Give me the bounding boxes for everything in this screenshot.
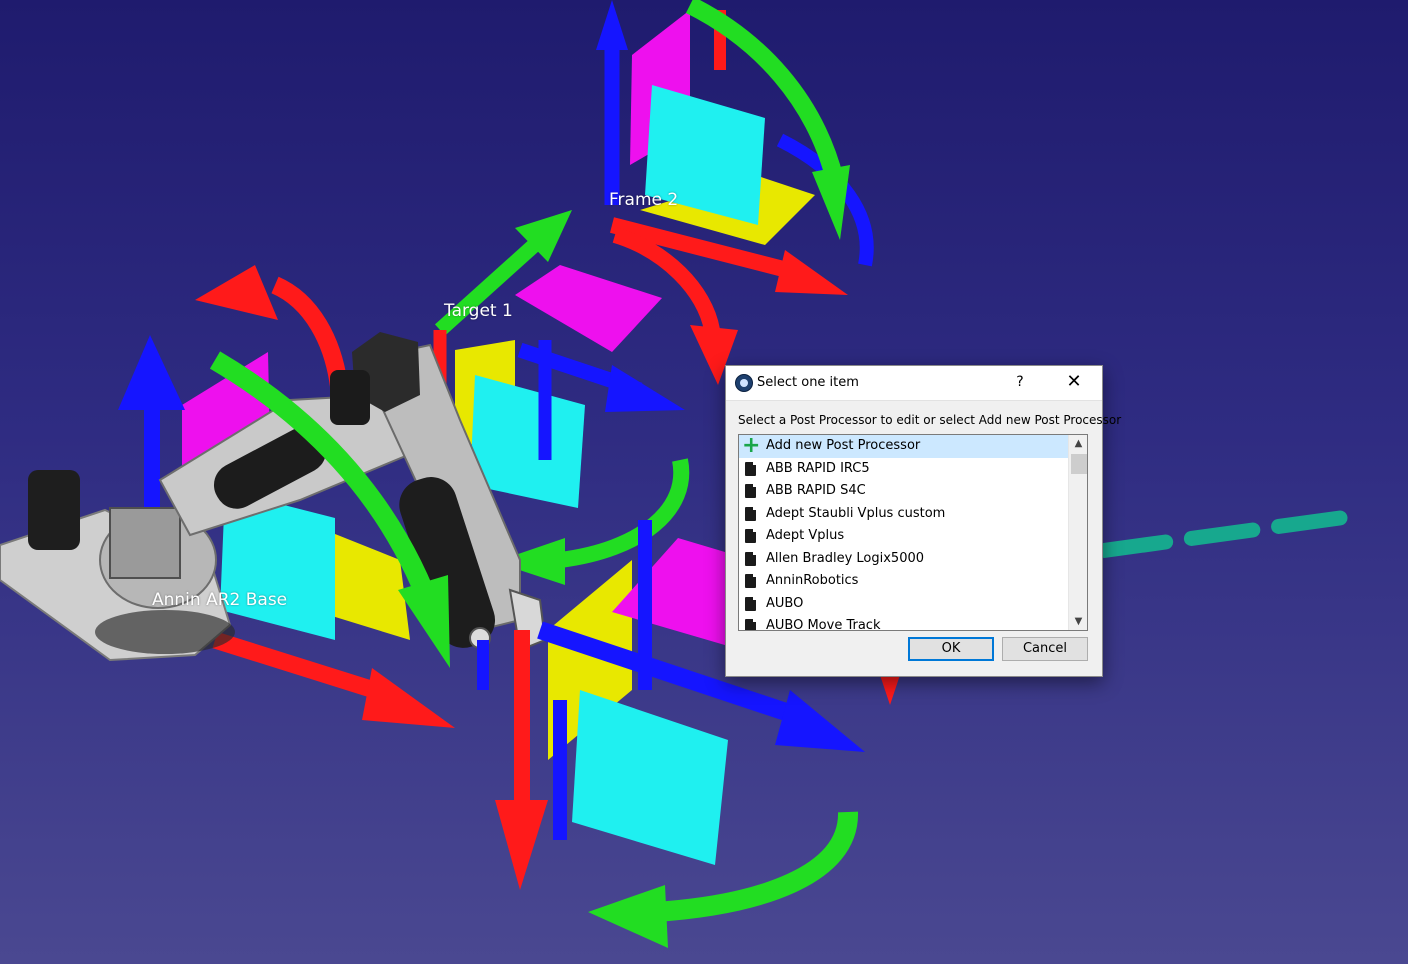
- document-icon: [745, 551, 756, 566]
- list-item[interactable]: ABB RAPID IRC5: [739, 458, 1068, 481]
- red-arrowhead: [495, 800, 548, 890]
- list-item[interactable]: Adept Staubli Vplus custom: [739, 503, 1068, 526]
- motor-block: [109, 507, 181, 579]
- list-item-label: ABB RAPID S4C: [766, 483, 866, 498]
- green-arrowhead: [588, 885, 668, 948]
- list-item-label: Add new Post Processor: [766, 438, 921, 453]
- list-item-label: ABB RAPID IRC5: [766, 460, 870, 476]
- list-item[interactable]: AUBO Move Track: [739, 615, 1068, 630]
- red-arrowhead-small: [880, 675, 900, 705]
- list-item[interactable]: Allen Bradley Logix5000: [739, 548, 1068, 571]
- list-item-label: Adept Staubli Vplus custom: [766, 505, 946, 521]
- list-item[interactable]: Adept Vplus: [739, 525, 1068, 548]
- dialog-title: Select one item: [757, 375, 859, 390]
- base-plate-shadow: [95, 610, 235, 654]
- list-item-label: Allen Bradley Logix5000: [766, 550, 925, 566]
- red-arrowhead: [195, 265, 278, 320]
- scroll-up-icon[interactable]: ▲: [1069, 435, 1087, 452]
- blue-arrowhead: [775, 690, 865, 752]
- select-item-dialog[interactable]: Select one item ? ✕ Select a Post Proces…: [725, 365, 1121, 677]
- green-arrowhead: [812, 165, 850, 240]
- list-items[interactable]: + Add new Post Processor ABB RAPID IRC5 …: [739, 435, 1068, 630]
- list-item-label: AUBO: [766, 595, 804, 611]
- document-icon: [745, 619, 756, 630]
- scroll-down-icon[interactable]: ▼: [1069, 613, 1087, 630]
- x-axis-arrow: [212, 631, 393, 704]
- document-icon: [745, 529, 756, 543]
- magenta-plane: [515, 265, 662, 352]
- document-icon: [745, 506, 756, 521]
- scroll-thumb[interactable]: [1071, 454, 1087, 474]
- x-arrowhead: [362, 668, 455, 728]
- post-processor-list[interactable]: + Add new Post Processor ABB RAPID IRC5 …: [738, 434, 1088, 631]
- dialog-prompt: Select a Post Processor to edit or selec…: [738, 413, 1122, 427]
- x-arrowhead: [775, 250, 848, 295]
- document-icon: [745, 484, 756, 498]
- base-label: Annin AR2 Base: [152, 590, 288, 610]
- document-icon: [745, 461, 756, 476]
- base-post: [28, 470, 80, 550]
- close-button[interactable]: ✕: [1059, 369, 1089, 395]
- 3d-viewport[interactable]: [0, 0, 1408, 964]
- ok-button[interactable]: OK: [908, 637, 994, 661]
- list-item-annin-robotics[interactable]: AnninRobotics: [739, 570, 1068, 593]
- list-item-label: Adept Vplus: [766, 528, 845, 543]
- blue-arrowhead: [605, 365, 685, 412]
- document-icon: [745, 574, 756, 588]
- frame-2-label: Frame 2: [609, 190, 679, 210]
- dialog-titlebar[interactable]: Select one item ? ✕: [726, 366, 1102, 401]
- list-item[interactable]: ABB RAPID S4C: [739, 480, 1068, 503]
- cyan-plane: [572, 690, 728, 865]
- list-item-add-new[interactable]: + Add new Post Processor: [739, 435, 1068, 458]
- target-1-label: Target 1: [444, 301, 513, 321]
- help-button[interactable]: ?: [1009, 371, 1031, 393]
- list-item-label: AUBO Move Track: [766, 618, 881, 630]
- cancel-button[interactable]: Cancel: [1002, 637, 1088, 661]
- vertical-scrollbar[interactable]: ▲ ▼: [1068, 435, 1087, 630]
- document-icon: [745, 596, 756, 611]
- wrist-housing: [330, 370, 370, 425]
- z-arrowhead: [118, 335, 185, 410]
- z-arrowhead: [596, 0, 628, 50]
- robodk-app-icon: [735, 374, 753, 392]
- list-item-label: AnninRobotics: [766, 573, 859, 588]
- list-item[interactable]: AUBO: [739, 593, 1068, 616]
- plus-icon: +: [742, 435, 761, 458]
